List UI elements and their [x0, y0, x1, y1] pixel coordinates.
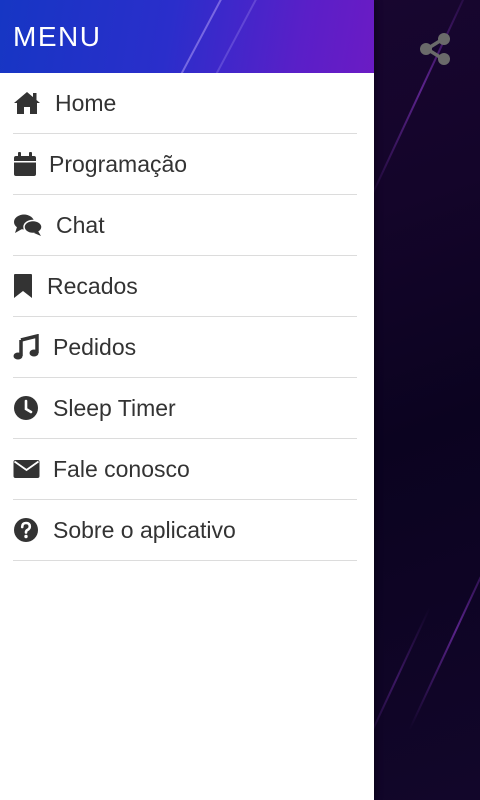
menu-item-label: Recados [47, 272, 138, 299]
drawer-header: MENU [0, 0, 374, 73]
menu-item-programacao[interactable]: Programação [13, 134, 357, 195]
menu-item-sobre[interactable]: Sobre o aplicativo [13, 500, 357, 561]
menu-item-label: Pedidos [53, 333, 137, 360]
music-note-icon [13, 332, 43, 362]
menu-item-label: Sobre o aplicativo [53, 516, 236, 543]
menu-item-sleep-timer[interactable]: Sleep Timer [13, 378, 357, 439]
help-circle-icon [13, 515, 43, 545]
drawer-title: MENU [13, 21, 102, 52]
clock-icon [13, 393, 43, 423]
menu-item-pedidos[interactable]: Pedidos [13, 317, 357, 378]
menu-item-label: Home [55, 89, 117, 116]
chat-bubbles-icon [13, 210, 43, 240]
header-streak [174, 0, 228, 73]
home-icon [13, 88, 43, 118]
calendar-icon [13, 149, 43, 179]
menu-item-chat[interactable]: Chat [13, 195, 357, 256]
menu-list: Home Programação Chat Recados Pedidos Sl… [0, 73, 374, 561]
navigation-drawer: MENU Home Programação Chat Recados Pedid… [0, 0, 374, 800]
menu-item-label: Fale conosco [53, 455, 190, 482]
envelope-icon [13, 454, 43, 484]
share-button[interactable] [414, 28, 456, 70]
menu-item-label: Programação [49, 150, 188, 177]
menu-item-recados[interactable]: Recados [13, 256, 357, 317]
share-icon [420, 33, 450, 65]
menu-item-label: Chat [56, 211, 105, 238]
menu-item-home[interactable]: Home [13, 73, 357, 134]
bookmark-icon [13, 271, 43, 301]
menu-item-label: Sleep Timer [53, 394, 176, 421]
header-streak [209, 0, 263, 73]
menu-item-fale-conosco[interactable]: Fale conosco [13, 439, 357, 500]
